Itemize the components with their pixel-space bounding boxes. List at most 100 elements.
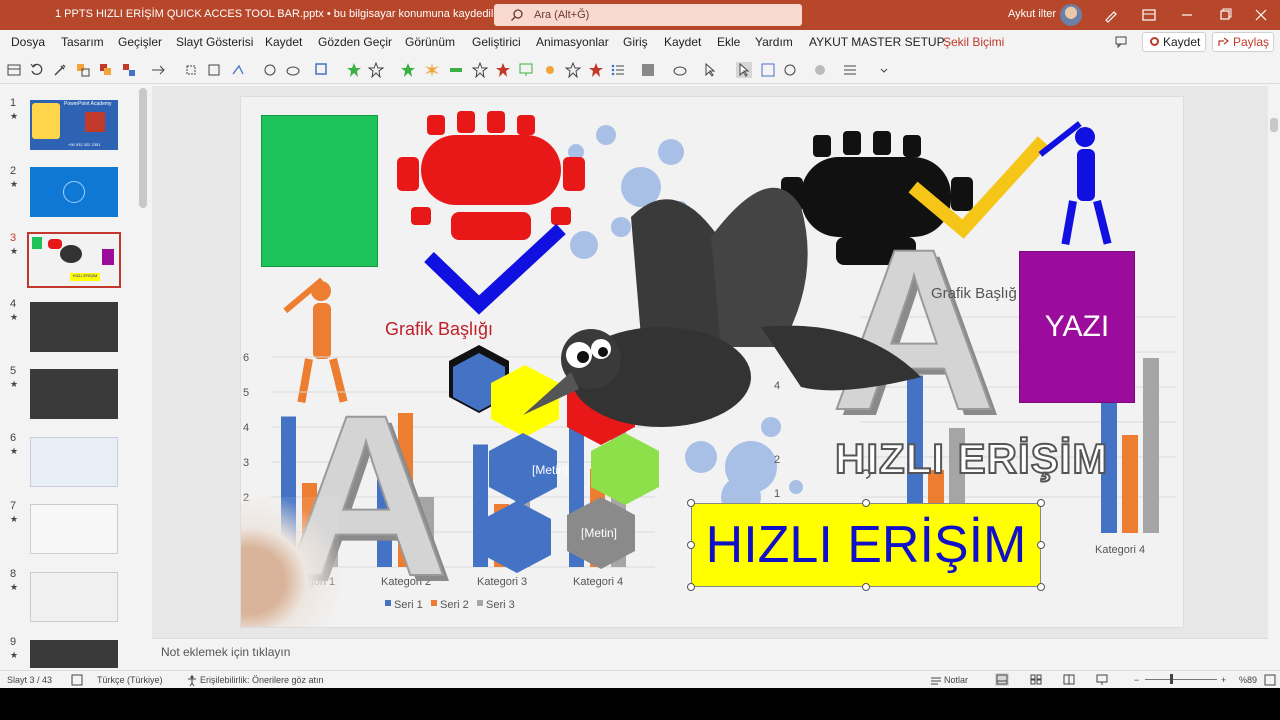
slide-thumbnail-2[interactable] bbox=[30, 167, 118, 217]
menu-yardim[interactable]: Yardım bbox=[755, 35, 793, 49]
accessibility-status[interactable]: Erişilebilirlik: Önerilere göz atın bbox=[200, 675, 324, 685]
zoom-level[interactable]: %89 bbox=[1239, 675, 1257, 685]
normal-view-icon[interactable] bbox=[995, 673, 1009, 686]
fill-color-icon[interactable] bbox=[121, 62, 137, 78]
monitor-icon[interactable] bbox=[518, 62, 534, 78]
burst-icon[interactable] bbox=[424, 62, 440, 78]
star-outline-icon[interactable] bbox=[368, 62, 384, 78]
slide-thumbnail-6[interactable] bbox=[30, 437, 118, 487]
rotate-handle-icon[interactable] bbox=[859, 467, 873, 481]
pen-icon[interactable] bbox=[1102, 6, 1120, 24]
ruler-icon[interactable] bbox=[448, 62, 464, 78]
menu-animasyonlar[interactable]: Animasyonlar bbox=[536, 35, 609, 49]
shapes-group-icon[interactable] bbox=[75, 62, 91, 78]
search-box[interactable]: Ara (Alt+Ğ) bbox=[494, 4, 802, 26]
thumbnails-scroll-thumb[interactable] bbox=[139, 88, 147, 208]
bullets-icon[interactable] bbox=[610, 62, 626, 78]
spellcheck-icon[interactable] bbox=[71, 674, 83, 686]
customize-toolbar-icon[interactable] bbox=[876, 62, 892, 78]
restore-icon[interactable] bbox=[1216, 6, 1234, 24]
gradient-icon[interactable] bbox=[640, 62, 656, 78]
menu-sekil-bicimi[interactable]: Şekil Biçimi bbox=[943, 35, 1004, 49]
slide-thumbnail-9[interactable] bbox=[30, 640, 118, 668]
language[interactable]: Türkçe (Türkiye) bbox=[97, 675, 163, 685]
menu-ekle[interactable]: Ekle bbox=[717, 35, 740, 49]
canvas-scrollbar[interactable] bbox=[1268, 86, 1280, 670]
menu-gelistirici[interactable]: Geliştirici bbox=[472, 35, 521, 49]
resize-handle-tr[interactable] bbox=[1037, 499, 1045, 507]
eyedropper-icon[interactable] bbox=[52, 62, 68, 78]
layout-icon[interactable] bbox=[6, 62, 22, 78]
hexagon-text-2[interactable]: [Metin] bbox=[581, 526, 617, 540]
accessibility-icon[interactable] bbox=[186, 674, 198, 686]
menu-aykut-master-setup[interactable]: AYKUT MASTER SETUP bbox=[809, 35, 945, 49]
user-name[interactable]: Aykut ilter bbox=[1008, 8, 1056, 20]
share-button[interactable]: Paylaş bbox=[1212, 32, 1274, 52]
zoom-slider-thumb[interactable] bbox=[1170, 674, 1173, 684]
resize-icon[interactable] bbox=[206, 62, 222, 78]
star-green-icon[interactable] bbox=[346, 62, 362, 78]
bring-forward-icon[interactable] bbox=[150, 62, 166, 78]
menu-slayt-gosterisi[interactable]: Slayt Gösterisi bbox=[176, 35, 253, 49]
menu-gorunum[interactable]: Görünüm bbox=[405, 35, 455, 49]
menu-kaydet-2[interactable]: Kaydet bbox=[664, 35, 701, 49]
slide-sorter-icon[interactable] bbox=[1029, 673, 1043, 686]
hizli-erisim-text-box[interactable]: HIZLI ERİŞİM bbox=[691, 503, 1041, 587]
notes-icon[interactable] bbox=[930, 674, 942, 686]
slide-thumbnail-3[interactable]: HIZLI ERİŞİM bbox=[27, 232, 121, 288]
slide-thumbnail-7[interactable] bbox=[30, 504, 118, 554]
list-icon[interactable] bbox=[842, 62, 858, 78]
zoom-in-icon[interactable]: + bbox=[1221, 675, 1226, 685]
slideshow-icon[interactable] bbox=[1095, 673, 1109, 686]
fit-slide-icon[interactable] bbox=[1264, 674, 1276, 686]
crop-icon[interactable] bbox=[183, 62, 199, 78]
resize-handle-bm[interactable] bbox=[862, 583, 870, 591]
thumbnails-scrollbar[interactable] bbox=[138, 88, 148, 668]
menu-dosya[interactable]: Dosya bbox=[11, 35, 45, 49]
resize-handle-bl[interactable] bbox=[687, 583, 695, 591]
group-icon[interactable] bbox=[782, 62, 798, 78]
canvas-scroll-thumb[interactable] bbox=[1270, 118, 1278, 132]
star-red-icon[interactable] bbox=[495, 62, 511, 78]
reading-view-icon[interactable] bbox=[1062, 673, 1076, 686]
slide-3[interactable]: 0123456Kategori 1Kategori 2Kategori 3Kat… bbox=[240, 96, 1184, 628]
star-red-2-icon[interactable] bbox=[588, 62, 604, 78]
eraser-2-icon[interactable] bbox=[672, 62, 688, 78]
notes-button[interactable]: Notlar bbox=[944, 675, 968, 685]
avatar[interactable] bbox=[1060, 4, 1082, 26]
hizli-erisim-wordart[interactable]: HIZLI ERİŞİM bbox=[834, 434, 1108, 483]
text-direction-icon[interactable] bbox=[230, 62, 246, 78]
close-icon[interactable] bbox=[1252, 6, 1270, 24]
resize-handle-tl[interactable] bbox=[687, 499, 695, 507]
resize-handle-br[interactable] bbox=[1037, 583, 1045, 591]
slide-thumbnail-5[interactable] bbox=[30, 369, 118, 419]
arrange-icon[interactable] bbox=[98, 62, 114, 78]
yazi-text-box[interactable]: YAZI bbox=[1019, 251, 1135, 403]
sun-icon[interactable] bbox=[542, 62, 558, 78]
pointer-icon[interactable] bbox=[702, 62, 718, 78]
select-pointer-icon[interactable] bbox=[736, 62, 752, 78]
right-chart-title[interactable]: Grafik Başlığ bbox=[931, 285, 1017, 302]
zoom-slider-track[interactable] bbox=[1145, 679, 1217, 680]
hexagon-text-1[interactable]: [Metin] bbox=[532, 463, 568, 477]
selection-pane-icon[interactable] bbox=[760, 62, 776, 78]
shape-outline-icon[interactable] bbox=[314, 62, 330, 78]
star-outline-2-icon[interactable] bbox=[565, 62, 581, 78]
reset-icon[interactable] bbox=[29, 62, 45, 78]
star-green-2-icon[interactable] bbox=[400, 62, 416, 78]
star-small-icon[interactable] bbox=[472, 62, 488, 78]
minimize-icon[interactable] bbox=[1178, 6, 1196, 24]
ribbon-display-icon[interactable] bbox=[1140, 6, 1158, 24]
document-title[interactable]: 1 PPTS HIZLI ERİŞİM QUICK ACCES TOOL BAR… bbox=[55, 8, 502, 20]
resize-handle-ml[interactable] bbox=[687, 541, 695, 549]
shape-fill-icon[interactable] bbox=[262, 62, 278, 78]
resize-handle-tm[interactable] bbox=[862, 499, 870, 507]
notes-pane[interactable]: Not eklemek için tıklayın bbox=[152, 638, 1268, 670]
menu-kaydet[interactable]: Kaydet bbox=[265, 35, 302, 49]
menu-tasarim[interactable]: Tasarım bbox=[61, 35, 104, 49]
eraser-icon[interactable] bbox=[285, 62, 301, 78]
zoom-out-icon[interactable]: − bbox=[1134, 675, 1139, 685]
left-chart-title[interactable]: Grafik Başlığı bbox=[385, 319, 493, 340]
menu-gecisler[interactable]: Geçişler bbox=[118, 35, 162, 49]
slide-thumbnail-8[interactable] bbox=[30, 572, 118, 622]
